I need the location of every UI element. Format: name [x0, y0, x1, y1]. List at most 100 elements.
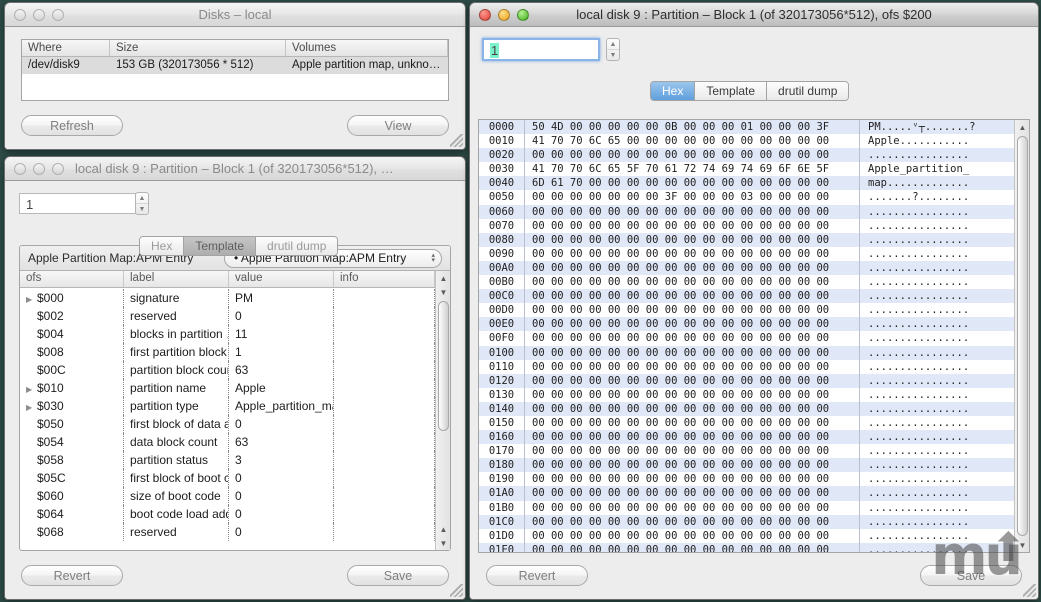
hex-ascii[interactable]: Apple_partition_ — [859, 162, 1014, 177]
template-window[interactable]: local disk 9 : Partition – Block 1 (of 3… — [4, 156, 466, 600]
fields-scrollbar[interactable]: ▲ ▼ ▲ ▼ — [435, 271, 450, 550]
hex-ascii[interactable]: ................ — [859, 458, 1014, 473]
hex-bytes[interactable]: 00 00 00 00 00 00 00 00 00 00 00 00 00 0… — [525, 501, 859, 515]
hex-ascii[interactable]: ................ — [859, 218, 1014, 233]
minimize-button-icon[interactable] — [33, 162, 45, 175]
minimize-button-icon[interactable] — [498, 8, 510, 21]
stepper-down-icon[interactable]: ▼ — [136, 204, 148, 214]
hex-ascii[interactable]: ................ — [859, 387, 1014, 402]
table-row[interactable]: ▶$008first partition block1 — [20, 343, 435, 361]
revert-button[interactable]: Revert — [486, 565, 588, 586]
hex-ascii[interactable]: PM.....ᵛ┬.......? — [859, 120, 1014, 135]
hex-ascii[interactable]: ................ — [859, 514, 1014, 529]
hex-bytes[interactable]: 00 00 00 00 00 00 00 00 00 00 00 00 00 0… — [525, 360, 859, 374]
hex-row[interactable]: 0150 00 00 00 00 00 00 00 00 00 00 00 00 … — [479, 415, 1014, 431]
hex-ascii[interactable]: ................ — [859, 359, 1014, 374]
hex-row[interactable]: 00C0 00 00 00 00 00 00 00 00 00 00 00 00 … — [479, 289, 1014, 304]
hex-bytes[interactable]: 00 00 00 00 00 00 00 00 00 00 00 00 00 0… — [525, 515, 859, 529]
hex-ascii[interactable]: ................ — [859, 289, 1014, 304]
hex-bytes[interactable]: 00 00 00 00 00 00 00 00 00 00 00 00 00 0… — [525, 402, 859, 416]
table-row[interactable]: ▶$004blocks in partition …11 — [20, 325, 435, 343]
refresh-button[interactable]: Refresh — [21, 115, 123, 136]
hex-row[interactable]: 0180 00 00 00 00 00 00 00 00 00 00 00 00 … — [479, 458, 1014, 473]
scroll-down-icon[interactable]: ▼ — [436, 536, 451, 550]
hex-ascii[interactable]: ................ — [859, 542, 1014, 552]
hex-ascii[interactable]: ................ — [859, 317, 1014, 332]
hex-row[interactable]: 0030 41 70 70 6C 65 5F 70 61 72 74 69 74 … — [479, 162, 1014, 177]
hex-ascii[interactable]: ................ — [859, 345, 1014, 360]
hex-bytes[interactable]: 41 70 70 6C 65 5F 70 61 72 74 69 74 69 6… — [525, 162, 859, 176]
block-number-input[interactable]: 1 — [482, 38, 600, 61]
window-controls[interactable] — [5, 8, 64, 21]
hex-row[interactable]: 00E0 00 00 00 00 00 00 00 00 00 00 00 00 … — [479, 317, 1014, 332]
scroll-up-bottom-icon[interactable]: ▲ — [436, 522, 451, 536]
hex-row[interactable]: 00F0 00 00 00 00 00 00 00 00 00 00 00 00 … — [479, 331, 1014, 346]
disclosure-triangle-icon[interactable]: ▶ — [26, 291, 35, 307]
table-row[interactable]: ▶$030partition typeApple_partition_map — [20, 397, 435, 415]
hex-row[interactable]: 0120 00 00 00 00 00 00 00 00 00 00 00 00 … — [479, 373, 1014, 388]
table-row[interactable]: ▶$050first block of data area0 — [20, 415, 435, 433]
tab-hex[interactable]: Hex — [651, 82, 696, 100]
hex-bytes[interactable]: 50 4D 00 00 00 00 00 0B 00 00 00 01 00 0… — [525, 120, 859, 134]
hex-bytes[interactable]: 00 00 00 00 00 00 00 00 00 00 00 00 00 0… — [525, 388, 859, 402]
hex-bytes[interactable]: 00 00 00 00 00 00 00 00 00 00 00 00 00 0… — [525, 472, 859, 486]
hex-bytes[interactable]: 41 70 70 6C 65 00 00 00 00 00 00 00 00 0… — [525, 134, 859, 148]
hex-row[interactable]: 0060 00 00 00 00 00 00 00 00 00 00 00 00 … — [479, 204, 1014, 219]
hex-ascii[interactable]: ................ — [859, 148, 1014, 163]
save-button[interactable]: Save — [920, 565, 1022, 586]
table-row[interactable]: ▶ $000 signature PM — [20, 289, 435, 307]
scroll-up-icon[interactable]: ▲ — [436, 271, 451, 285]
close-button-icon[interactable] — [14, 8, 26, 21]
disclosure-triangle-icon[interactable]: ▶ — [26, 381, 35, 397]
hex-dump-panel[interactable]: 0000 50 4D 00 00 00 00 00 0B 00 00 00 01 … — [478, 119, 1030, 553]
hex-row[interactable]: 01C0 00 00 00 00 00 00 00 00 00 00 00 00 … — [479, 514, 1014, 529]
hex-row[interactable]: 0050 00 00 00 00 00 00 00 3F 00 00 00 03 … — [479, 190, 1014, 205]
tab-template[interactable]: Template — [695, 82, 768, 100]
hex-ascii[interactable]: ................ — [859, 275, 1014, 290]
hex-row[interactable]: 01D0 00 00 00 00 00 00 00 00 00 00 00 00 … — [479, 528, 1014, 543]
hex-row[interactable]: 0080 00 00 00 00 00 00 00 00 00 00 00 00 … — [479, 232, 1014, 247]
hex-bytes[interactable]: 00 00 00 00 00 00 00 00 00 00 00 00 00 0… — [525, 289, 859, 303]
resize-grip[interactable] — [450, 134, 463, 147]
hex-row[interactable]: 00D0 00 00 00 00 00 00 00 00 00 00 00 00 … — [479, 303, 1014, 318]
hex-ascii[interactable]: map............. — [859, 176, 1014, 191]
window-controls[interactable] — [5, 162, 64, 175]
stepper-down-icon[interactable]: ▼ — [607, 50, 619, 60]
table-row[interactable]: ▶$00Cpartition block count63 — [20, 361, 435, 379]
hex-bytes[interactable]: 00 00 00 00 00 00 00 00 00 00 00 00 00 0… — [525, 458, 859, 472]
hex-row[interactable]: 0190 00 00 00 00 00 00 00 00 00 00 00 00 … — [479, 472, 1014, 487]
scrollbar-thumb[interactable] — [1017, 136, 1028, 536]
hex-bytes[interactable]: 00 00 00 00 00 00 00 00 00 00 00 00 00 0… — [525, 331, 859, 345]
close-button-icon[interactable] — [14, 162, 26, 175]
hex-row[interactable]: 0100 00 00 00 00 00 00 00 00 00 00 00 00 … — [479, 345, 1014, 360]
table-row[interactable]: /dev/disk9 153 GB (320173056 * 512) Appl… — [22, 57, 448, 74]
scroll-down-icon[interactable]: ▼ — [1015, 538, 1029, 552]
hex-bytes[interactable]: 00 00 00 00 00 00 00 00 00 00 00 00 00 0… — [525, 346, 859, 360]
hex-titlebar[interactable]: local disk 9 : Partition – Block 1 (of 3… — [470, 3, 1038, 27]
hex-row[interactable]: 0000 50 4D 00 00 00 00 00 0B 00 00 00 01 … — [479, 120, 1014, 135]
scrollbar-thumb[interactable] — [438, 301, 449, 431]
hex-ascii[interactable]: ................ — [859, 444, 1014, 459]
hex-bytes[interactable]: 00 00 00 00 00 00 00 00 00 00 00 00 00 0… — [525, 275, 859, 289]
minimize-button-icon[interactable] — [33, 8, 45, 21]
hex-scrollbar[interactable]: ▲ ▼ — [1014, 120, 1029, 552]
hex-bytes[interactable]: 00 00 00 00 00 00 00 00 00 00 00 00 00 0… — [525, 261, 859, 275]
table-row[interactable]: ▶$064boot code load addr0 — [20, 505, 435, 523]
hex-ascii[interactable]: ................ — [859, 486, 1014, 501]
hex-bytes[interactable]: 00 00 00 00 00 00 00 00 00 00 00 00 00 0… — [525, 303, 859, 317]
hex-ascii[interactable]: ................ — [859, 260, 1014, 276]
hex-bytes[interactable]: 00 00 00 00 00 00 00 3F 00 00 00 03 00 0… — [525, 190, 859, 204]
hex-ascii[interactable]: ................ — [859, 232, 1014, 247]
hex-ascii[interactable]: ................ — [859, 204, 1014, 219]
tab-template[interactable]: Template — [184, 237, 257, 255]
tab-drutil-dump[interactable]: drutil dump — [767, 82, 849, 100]
tab-hex[interactable]: Hex — [140, 237, 185, 255]
resize-grip[interactable] — [1023, 584, 1036, 597]
view-tabs[interactable]: Hex Template drutil dump — [650, 81, 850, 101]
hex-row[interactable]: 0040 6D 61 70 00 00 00 00 00 00 00 00 00 … — [479, 176, 1014, 191]
disclosure-triangle-icon[interactable]: ▶ — [26, 399, 35, 415]
hex-row[interactable]: 0010 41 70 70 6C 65 00 00 00 00 00 00 00 … — [479, 134, 1014, 149]
hex-bytes[interactable]: 00 00 00 00 00 00 00 00 00 00 00 00 00 0… — [525, 444, 859, 458]
hex-row[interactable]: 0020 00 00 00 00 00 00 00 00 00 00 00 00 … — [479, 148, 1014, 163]
hex-window[interactable]: local disk 9 : Partition – Block 1 (of 3… — [469, 2, 1039, 600]
